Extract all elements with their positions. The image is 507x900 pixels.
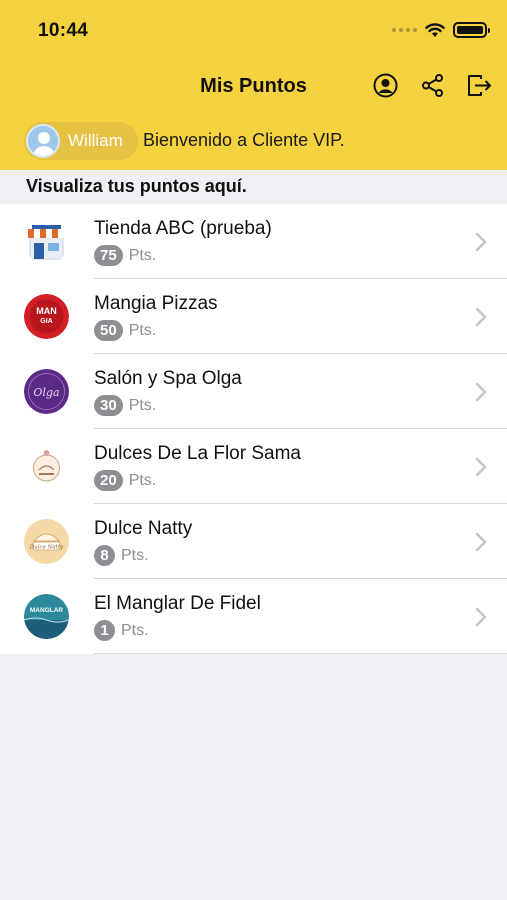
svg-text:MAN: MAN: [36, 306, 57, 316]
status-time: 10:44: [38, 20, 89, 41]
points-badge: 30: [94, 395, 123, 416]
list-item[interactable]: MANGLAR El Manglar De Fidel 1 Pts.: [0, 579, 507, 654]
spa-olga-logo: Olga: [24, 369, 69, 414]
svg-text:MANGLAR: MANGLAR: [30, 607, 64, 614]
chevron-right-icon: [475, 457, 487, 477]
points-label: Pts.: [128, 321, 157, 339]
manglar-logo: MANGLAR: [24, 594, 69, 639]
logout-icon: [468, 75, 491, 96]
mangia-logo: MAN GIA: [24, 294, 69, 339]
user-circle-icon: [373, 73, 398, 98]
points-label: Pts.: [128, 246, 157, 264]
chevron-right-icon: [475, 307, 487, 327]
points: 1 Pts.: [94, 620, 149, 641]
points-label: Pts.: [121, 621, 149, 639]
points-badge: 50: [94, 320, 123, 341]
points-label: Pts.: [121, 546, 149, 564]
store-awning-icon: [24, 219, 69, 264]
points-label: Pts.: [128, 396, 157, 414]
store-name: Dulce Natty: [94, 518, 193, 539]
points-badge: 1: [94, 620, 115, 641]
svg-text:GIA: GIA: [40, 318, 52, 325]
store-name: El Manglar De Fidel: [94, 593, 261, 614]
points: 75 Pts.: [94, 245, 156, 266]
chevron-right-icon: [475, 532, 487, 552]
chevron-right-icon: [475, 382, 487, 402]
header: 10:44 Mis Puntos William Bienvenido a Cl…: [0, 0, 507, 170]
logout-button[interactable]: [466, 72, 493, 99]
points: 30 Pts.: [94, 395, 156, 416]
svg-text:Olga: Olga: [33, 386, 59, 399]
points: 8 Pts.: [94, 545, 149, 566]
store-name: Salón y Spa Olga: [94, 368, 242, 389]
points-badge: 75: [94, 245, 123, 266]
store-name: Mangia Pizzas: [94, 293, 218, 314]
user-pill[interactable]: William: [24, 122, 138, 160]
list-item[interactable]: Dulce Natty Dulce Natty 8 Pts.: [0, 504, 507, 579]
signal-icon: [392, 28, 417, 32]
nav-actions: [372, 72, 493, 99]
list-item[interactable]: Dulces De La Flor Sama 20 Pts.: [0, 429, 507, 504]
points: 20 Pts.: [94, 470, 156, 491]
battery-icon: [453, 22, 490, 38]
divider: [94, 653, 507, 654]
list-item[interactable]: MAN GIA Mangia Pizzas 50 Pts.: [0, 279, 507, 354]
wifi-icon: [425, 22, 445, 37]
list-item[interactable]: Olga Salón y Spa Olga 30 Pts.: [0, 354, 507, 429]
chevron-right-icon: [475, 232, 487, 252]
status-bar: 10:44: [0, 0, 507, 60]
share-icon: [422, 74, 443, 97]
avatar: [26, 124, 60, 158]
points-label: Pts.: [128, 471, 157, 489]
store-name: Tienda ABC (prueba): [94, 218, 272, 239]
welcome-message: Bienvenido a Cliente VIP.: [143, 130, 345, 150]
profile-button[interactable]: [372, 72, 399, 99]
share-button[interactable]: [419, 72, 446, 99]
section-title: Visualiza tus puntos aquí.: [26, 176, 247, 196]
points-badge: 20: [94, 470, 123, 491]
dulces-flor-logo: [24, 444, 69, 489]
chevron-right-icon: [475, 607, 487, 627]
store-list: Tienda ABC (prueba) 75 Pts. MAN GIA Mang…: [0, 204, 507, 654]
status-icons: [392, 22, 490, 38]
store-name: Dulces De La Flor Sama: [94, 443, 301, 464]
points-badge: 8: [94, 545, 115, 566]
dulce-natty-logo: Dulce Natty: [24, 519, 69, 564]
list-item[interactable]: Tienda ABC (prueba) 75 Pts.: [0, 204, 507, 279]
points: 50 Pts.: [94, 320, 156, 341]
svg-text:Dulce Natty: Dulce Natty: [29, 545, 64, 551]
user-name: William: [68, 131, 123, 150]
